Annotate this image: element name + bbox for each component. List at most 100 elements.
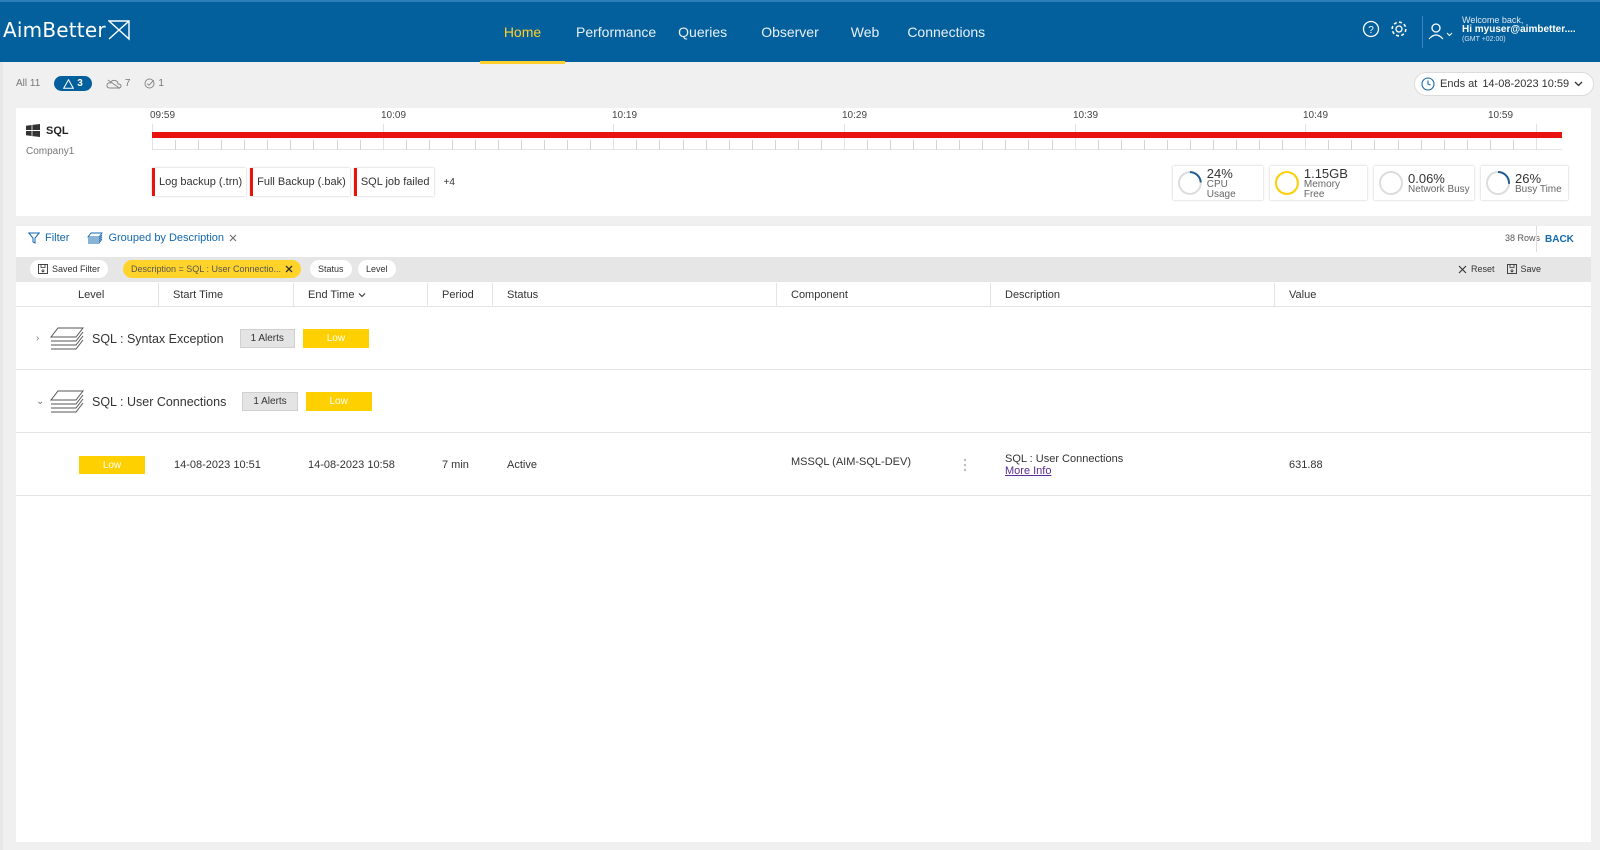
metric-cpu-usage[interactable]: 24% CPU Usage: [1173, 166, 1263, 200]
filter-button[interactable]: Filter: [28, 232, 69, 244]
timeline-tick: [659, 140, 660, 150]
alert-chip-sql-job[interactable]: SQL job failed: [353, 168, 434, 196]
timeline-tick: [567, 140, 568, 150]
left-edge: [0, 62, 3, 850]
chevron-right-icon[interactable]: ›: [36, 333, 48, 344]
metric-network-busy[interactable]: 0.06% Network Busy: [1374, 166, 1474, 200]
help-icon[interactable]: ?: [1362, 20, 1380, 38]
timeline-tick: [267, 140, 268, 150]
layers-icon: [87, 232, 104, 244]
remove-filter-icon[interactable]: [285, 265, 293, 273]
nav-queries[interactable]: Queries: [667, 2, 738, 62]
back-button[interactable]: BACK: [1536, 226, 1574, 252]
user-menu[interactable]: Welcome back, Hi myuser@aimbetter.... (G…: [1428, 15, 1576, 44]
cell-component: MSSQL (AIM-SQL-DEV): [791, 456, 911, 468]
main-nav: Home Performance Queries Observer Web Co…: [480, 2, 996, 64]
col-value[interactable]: Value: [1275, 283, 1591, 307]
ends-at-label: Ends at: [1440, 78, 1478, 90]
app-logo[interactable]: AimBetter: [3, 18, 130, 42]
nav-web[interactable]: Web: [840, 2, 891, 62]
level-badge: Low: [79, 456, 145, 474]
nav-connections[interactable]: Connections: [896, 2, 996, 62]
filter-all[interactable]: All 11: [16, 78, 40, 89]
timeline-tick: [1259, 140, 1260, 150]
logo-mark-icon: [107, 20, 130, 41]
alert-more-count[interactable]: +4: [444, 177, 455, 188]
col-status[interactable]: Status: [493, 283, 777, 307]
timeline-tick: [1052, 140, 1053, 150]
col-component[interactable]: Component: [777, 283, 991, 307]
filter-alerts[interactable]: 3: [54, 76, 92, 91]
nav-observer[interactable]: Observer: [750, 2, 830, 62]
timeline-tick: [729, 140, 730, 150]
saved-filter-chip[interactable]: Saved Filter: [30, 260, 109, 278]
layers-icon: [50, 390, 84, 412]
level-filter-chip[interactable]: Level: [358, 260, 396, 278]
server-card: SQL Company1 09:59 10:09 10:19 10:29 10:…: [16, 108, 1591, 216]
more-info-link[interactable]: More Info: [1005, 465, 1051, 477]
settings-gear-icon[interactable]: [1390, 20, 1408, 38]
reset-button[interactable]: Reset: [1458, 264, 1495, 274]
alert-chip-log-backup[interactable]: Log backup (.trn): [152, 168, 247, 196]
alert-chip-full-backup[interactable]: Full Backup (.bak): [250, 168, 350, 196]
timeline-tick: [706, 140, 707, 150]
col-level[interactable]: Level: [16, 283, 159, 307]
network-gauge-icon: [1379, 171, 1403, 195]
group-row-user-connections[interactable]: ⌄ SQL : User Connections 1 Alerts Low: [16, 371, 1591, 433]
col-label: Value: [1289, 289, 1317, 301]
timeline-tick: [1513, 140, 1514, 150]
timeline-tick: [1374, 140, 1375, 150]
ends-at-picker[interactable]: Ends at 14-08-2023 10:59: [1414, 72, 1595, 96]
chevron-down-icon[interactable]: ⌄: [36, 396, 48, 407]
table-row[interactable]: Low 14-08-2023 10:51 14-08-2023 10:58 7 …: [16, 434, 1591, 496]
nav-performance[interactable]: Performance: [565, 2, 667, 62]
reset-label: Reset: [1471, 264, 1495, 274]
metric-memory-free[interactable]: 1.15GB Memory Free: [1270, 166, 1367, 200]
filter-cloud[interactable]: 7: [106, 78, 130, 89]
col-label: Status: [507, 289, 539, 301]
timeline-tick: [544, 140, 545, 150]
close-icon[interactable]: [229, 234, 237, 242]
col-end-time[interactable]: End Time: [294, 283, 428, 307]
level-badge: Low: [302, 329, 369, 348]
timeline-tick: [683, 140, 684, 150]
server-name[interactable]: SQL: [26, 124, 69, 137]
timeline-tick: [1444, 140, 1445, 150]
description-filter-label: Description = SQL : User Connectio...: [131, 264, 281, 274]
save-button[interactable]: Save: [1506, 264, 1542, 274]
cell-description: SQL : User Connections More Info: [1005, 434, 1123, 496]
svg-text:?: ?: [1368, 25, 1374, 36]
timeline-label: 10:49: [1303, 110, 1329, 121]
nav-home[interactable]: Home: [480, 2, 565, 64]
timeline-tick: [1190, 140, 1191, 150]
metric-label: Busy Time: [1515, 183, 1562, 195]
row-actions-menu[interactable]: [963, 434, 967, 496]
timeline-label: 09:59: [150, 110, 176, 121]
col-period[interactable]: Period: [428, 283, 493, 307]
cell-status: Active: [507, 459, 537, 471]
timeline-tick: [1421, 140, 1422, 150]
timeline-tick: [1467, 140, 1468, 150]
timeline-tick: [1144, 140, 1145, 150]
group-title: SQL : User Connections: [92, 394, 227, 409]
timeline-alert-bar[interactable]: [152, 132, 1562, 138]
metric-label: CPU Usage: [1206, 178, 1236, 200]
chevron-down-icon: [1574, 81, 1583, 87]
group-row-syntax-exception[interactable]: › SQL : Syntax Exception 1 Alerts Low: [16, 308, 1591, 370]
col-start-time[interactable]: Start Time: [159, 283, 294, 307]
rows-count: 38 Rows: [1505, 233, 1541, 243]
col-description[interactable]: Description: [991, 283, 1275, 307]
timeline-tick: [1328, 140, 1329, 150]
filter-check[interactable]: 1: [144, 78, 164, 89]
grouped-by-chip[interactable]: Grouped by Description: [87, 232, 237, 244]
metric-value: 26%: [1515, 170, 1542, 186]
metric-busy-time[interactable]: 26% Busy Time: [1481, 166, 1568, 200]
cell-period: 7 min: [442, 459, 469, 471]
description-filter-chip[interactable]: Description = SQL : User Connectio...: [123, 260, 301, 278]
timeline-tick: [221, 140, 222, 150]
status-filter-chip[interactable]: Status: [310, 260, 352, 278]
status-filter-row: All 11 3 7 1: [16, 76, 178, 91]
col-label: Component: [791, 289, 848, 301]
server-company: Company1: [26, 146, 75, 157]
save-label: Save: [1520, 264, 1542, 274]
